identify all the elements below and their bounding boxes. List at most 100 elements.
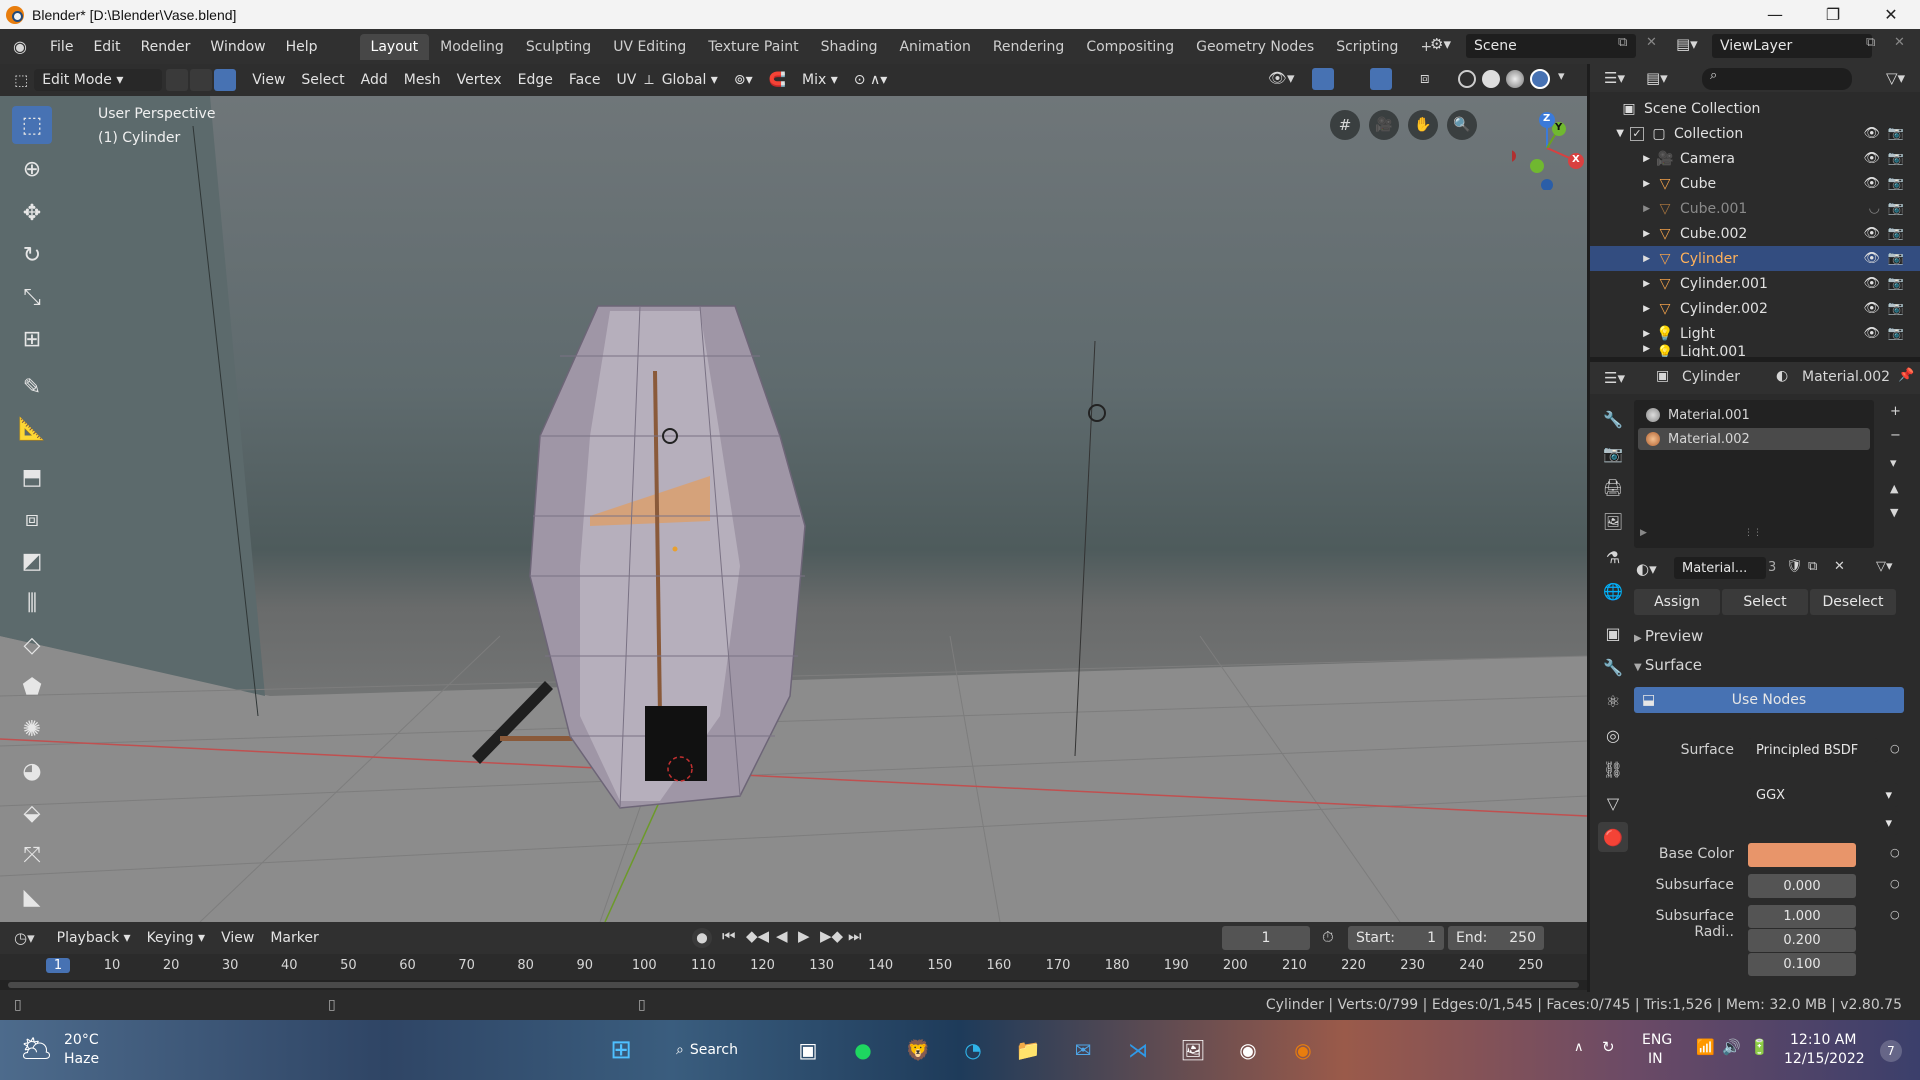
move-tool-icon[interactable]: ✥ [12, 194, 52, 232]
eye-icon[interactable]: 👁 [1863, 226, 1880, 241]
socket-icon[interactable]: ○ [1890, 908, 1900, 921]
measure-tool-icon[interactable]: 📐 [12, 410, 52, 448]
view-layer-icon[interactable]: ▤▾ [1676, 35, 1698, 53]
mail-icon[interactable]: ✉ [1065, 1032, 1101, 1068]
menu-edge[interactable]: Edge [510, 69, 561, 91]
camera-view-icon[interactable]: 🎥 [1369, 110, 1399, 140]
steam-icon[interactable]: ◉ [1230, 1032, 1266, 1068]
move-up-icon[interactable]: ▲ [1890, 482, 1898, 495]
extrude-tool-icon[interactable]: ⬒ [12, 458, 52, 496]
gizmo-toggle-icon[interactable] [1312, 68, 1334, 90]
filter-icon[interactable]: ▽▾ [1886, 69, 1905, 87]
minimize-button[interactable]: — [1746, 0, 1804, 29]
zoom-icon[interactable]: 🔍 [1447, 110, 1477, 140]
tab-rendering[interactable]: Rendering [982, 34, 1076, 60]
weather-icon[interactable]: 🌥 [20, 1034, 53, 1064]
scene-new-icon[interactable]: ⧉ [1618, 35, 1627, 50]
render-camera-icon[interactable]: 📷 [1888, 201, 1904, 216]
render-camera-icon[interactable]: 📷 [1888, 226, 1904, 241]
menu-view[interactable]: View [244, 69, 293, 91]
edge-icon[interactable]: ◔ [955, 1032, 991, 1068]
socket-icon[interactable]: ○ [1890, 846, 1900, 859]
material-slot[interactable]: Material.001 [1638, 404, 1870, 426]
orientation-dropdown[interactable]: Global ▾ [654, 69, 726, 91]
subsurface-radius-x[interactable]: 1.000 [1748, 905, 1856, 928]
distribution-dropdown[interactable]: GGX ▾ [1748, 783, 1898, 807]
duplicate-material-icon[interactable]: ⧉ [1808, 559, 1817, 574]
list-expand-icon[interactable]: ▶ [1640, 528, 1647, 538]
vscode-icon[interactable]: ⋊ [1120, 1032, 1156, 1068]
bevel-tool-icon[interactable]: ◩ [12, 542, 52, 580]
select-box-tool-icon[interactable]: ⬚ [12, 106, 52, 144]
assign-button[interactable]: Assign [1634, 589, 1720, 615]
expand-icon[interactable]: ▶ [1590, 204, 1650, 214]
base-color-swatch[interactable] [1748, 843, 1856, 867]
tab-compositing[interactable]: Compositing [1075, 34, 1185, 60]
data-tab-icon[interactable]: ▽ [1598, 788, 1628, 818]
add-slot-icon[interactable]: + [1890, 404, 1901, 419]
material-shading-icon[interactable] [1506, 70, 1524, 88]
tab-shading[interactable]: Shading [810, 34, 889, 60]
eye-icon[interactable]: 👁 [1863, 126, 1880, 141]
eye-icon[interactable]: 👁 [1863, 176, 1880, 191]
clock-time[interactable]: 12:10 AM [1790, 1032, 1856, 1048]
tray-chevron-icon[interactable]: ∧ [1574, 1040, 1584, 1055]
mode-dropdown[interactable]: Edit Mode ▾ [34, 69, 163, 91]
subsurface-field[interactable]: 0.000 [1748, 874, 1856, 898]
socket-icon[interactable]: ○ [1890, 877, 1900, 890]
weather-desc[interactable]: Haze [64, 1051, 99, 1067]
grid-view-icon[interactable]: # [1330, 110, 1360, 140]
spin-tool-icon[interactable]: ✺ [12, 710, 52, 748]
weather-temp[interactable]: 20°C [64, 1032, 99, 1048]
timeline-editor-icon[interactable]: ◷▾ [14, 929, 35, 947]
overlay-toggle-icon[interactable] [1370, 68, 1392, 90]
knife-tool-icon[interactable]: ◇ [12, 626, 52, 664]
eye-icon[interactable]: 👁 [1863, 251, 1880, 266]
outliner-item[interactable]: ▶ ▽ Cube.001 ◡ 📷 [1590, 196, 1920, 221]
vertex-select-icon[interactable] [166, 69, 189, 91]
edge-select-icon[interactable] [190, 69, 213, 91]
scale-tool-icon[interactable]: ⤡ [12, 278, 52, 316]
spotify-icon[interactable]: ● [845, 1032, 881, 1068]
solid-shading-icon[interactable] [1482, 70, 1500, 88]
edge-slide-tool-icon[interactable]: ⬙ [12, 794, 52, 832]
expand-icon[interactable]: ▶ [1590, 329, 1650, 339]
task-view-icon[interactable]: ▣ [790, 1032, 826, 1068]
outliner-item[interactable]: ▶ ▽ Cylinder.001 👁 📷 [1590, 271, 1920, 296]
jump-start-icon[interactable]: ⏮ [722, 927, 736, 945]
eye-closed-icon[interactable]: ◡ [1869, 201, 1880, 216]
tab-animation[interactable]: Animation [888, 34, 981, 60]
xray-icon[interactable]: ⧈ [1420, 69, 1430, 87]
language-code[interactable]: ENG [1642, 1032, 1672, 1048]
subsurface-radius-y[interactable]: 0.200 [1748, 929, 1856, 952]
material-slot-selected[interactable]: Material.002 [1638, 428, 1870, 450]
proportional-dropdown[interactable]: Mix ▾ [794, 69, 846, 91]
surface-shader-field[interactable]: Principled BSDF [1748, 738, 1878, 762]
fake-user-icon[interactable]: 🛡 [1786, 559, 1803, 574]
smooth-tool-icon[interactable]: ◕ [12, 752, 52, 790]
menu-playback[interactable]: Playback ▾ [49, 927, 139, 949]
subsurface-radius-z[interactable]: 0.100 [1748, 953, 1856, 976]
start-frame-field[interactable]: Start: 1 [1348, 926, 1444, 950]
outliner-item[interactable]: ▶ 🎥 Camera 👁 📷 [1590, 146, 1920, 171]
tab-uv-editing[interactable]: UV Editing [602, 34, 697, 60]
visibility-icon[interactable]: 👁▾ [1268, 69, 1295, 87]
wireframe-shading-icon[interactable] [1458, 70, 1476, 88]
view-layer-tab-icon[interactable]: 🖼 [1598, 506, 1628, 536]
next-keyframe-icon[interactable]: ▶◆ [820, 927, 843, 945]
poly-build-tool-icon[interactable]: ⬟ [12, 668, 52, 706]
photos-icon[interactable]: 🖼 [1175, 1032, 1211, 1068]
preview-section[interactable]: ▶ Preview [1634, 627, 1703, 645]
menu-edit[interactable]: Edit [83, 39, 130, 55]
checkbox-icon[interactable]: ✓ [1630, 126, 1644, 141]
menu-vertex[interactable]: Vertex [449, 69, 510, 91]
outliner-item-selected[interactable]: ▶ ▽ Cylinder 👁 📷 [1590, 246, 1920, 271]
play-icon[interactable]: ▶ [798, 927, 810, 945]
editor-type-icon[interactable]: ⬚ [14, 71, 28, 89]
pivot-icon[interactable]: ⊚▾ [726, 69, 761, 91]
output-tab-icon[interactable]: 🖨 [1598, 472, 1628, 502]
notification-badge[interactable]: 7 [1880, 1040, 1902, 1062]
outliner-item[interactable]: ▶ 💡 Light 👁 📷 [1590, 321, 1920, 346]
menu-mesh[interactable]: Mesh [396, 69, 449, 91]
render-camera-icon[interactable]: 📷 [1888, 276, 1904, 291]
